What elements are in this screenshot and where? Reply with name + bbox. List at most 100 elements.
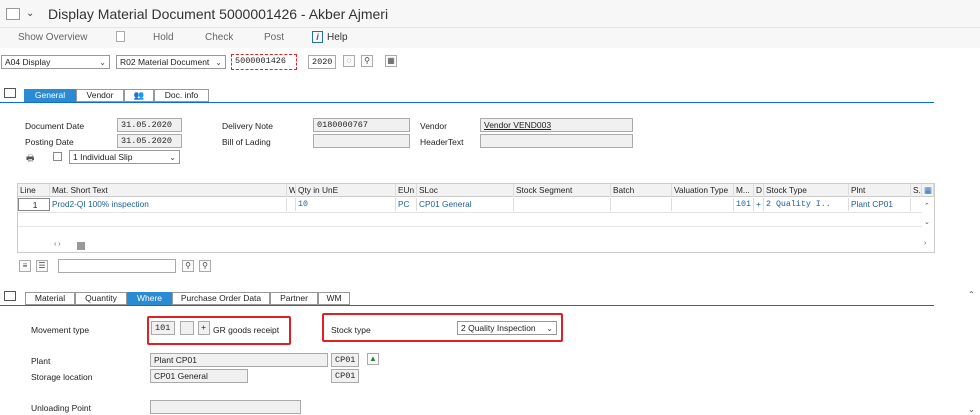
movement-type-field[interactable]: 101 bbox=[151, 321, 175, 335]
show-overview-button[interactable]: Show Overview bbox=[18, 32, 87, 43]
row-valuation-type bbox=[672, 198, 734, 211]
movement-indicator-field[interactable] bbox=[180, 321, 194, 335]
tab-purchase-order-data[interactable]: Purchase Order Data bbox=[172, 292, 270, 305]
bill-of-lading-field[interactable] bbox=[313, 134, 410, 148]
grid-search-field[interactable] bbox=[58, 259, 176, 273]
new-document-icon[interactable] bbox=[116, 31, 125, 42]
unloading-point-label: Unloading Point bbox=[31, 403, 92, 413]
col-w[interactable]: W bbox=[287, 184, 296, 197]
tab-quantity[interactable]: Quantity bbox=[75, 292, 127, 305]
tab-wm[interactable]: WM bbox=[318, 292, 350, 305]
header-text-field[interactable] bbox=[480, 134, 633, 148]
plant-landscape-icon[interactable]: ▲ bbox=[367, 353, 379, 365]
scroll-right-icon[interactable]: › bbox=[924, 240, 926, 247]
row-mat-short-text: Prod2-QI 100% inspection bbox=[50, 198, 287, 211]
list-icon[interactable]: ☰ bbox=[36, 260, 48, 272]
tab-vendor[interactable]: Vendor bbox=[76, 89, 124, 102]
posting-date-field[interactable]: 31.05.2020 bbox=[117, 134, 182, 148]
people-icon: 👥 bbox=[133, 90, 145, 100]
row-qty: 10 bbox=[296, 198, 396, 211]
reference-select-value: R02 Material Document bbox=[120, 57, 210, 67]
help-button[interactable]: Help bbox=[327, 32, 348, 43]
plant-code-field[interactable]: CP01 bbox=[331, 353, 359, 367]
tab-doc-info[interactable]: Doc. info bbox=[154, 89, 209, 102]
post-button[interactable]: Post bbox=[264, 32, 284, 43]
storage-location-code-field[interactable]: CP01 bbox=[331, 369, 359, 383]
delivery-note-field[interactable]: 0180000767 bbox=[313, 118, 410, 132]
col-line[interactable]: Line bbox=[18, 184, 50, 197]
col-debit[interactable]: D bbox=[754, 184, 764, 197]
collapse-detail-icon[interactable] bbox=[4, 291, 16, 301]
hold-button[interactable]: Hold bbox=[153, 32, 174, 43]
scroll-down-icon[interactable]: ⌄ bbox=[924, 218, 930, 226]
col-stock-segment[interactable]: Stock Segment bbox=[514, 184, 611, 197]
item-tab-divider bbox=[0, 305, 934, 306]
row-stock-type: 2 Quality I.. bbox=[764, 198, 849, 211]
header-tab-strip: General Vendor 👥 Doc. info bbox=[24, 89, 214, 102]
binoculars-icon[interactable]: ⚲ bbox=[182, 260, 194, 272]
find-icon[interactable]: ⚲ bbox=[361, 55, 373, 67]
action-select[interactable]: A04 Display ⌄ bbox=[1, 55, 110, 69]
col-stock-type[interactable]: Stock Type bbox=[764, 184, 849, 197]
row-line[interactable]: 1 bbox=[18, 198, 50, 211]
scroll-up-icon[interactable]: ⌃ bbox=[924, 202, 930, 210]
table-row[interactable]: 1 Prod2-QI 100% inspection 10 PC CP01 Ge… bbox=[18, 198, 934, 211]
col-qty[interactable]: Qty in UnE bbox=[296, 184, 396, 197]
slip-select[interactable]: 1 Individual Slip ⌄ bbox=[69, 150, 180, 164]
tab-partner[interactable]: Partner bbox=[270, 292, 318, 305]
document-date-label: Document Date bbox=[25, 121, 85, 131]
col-plant[interactable]: Plnt bbox=[849, 184, 911, 197]
tab-partners[interactable]: 👥 bbox=[124, 89, 154, 102]
collapse-header-icon[interactable] bbox=[4, 88, 16, 98]
unloading-point-field[interactable] bbox=[150, 400, 301, 414]
plant-label: Plant bbox=[31, 356, 51, 366]
tab-where[interactable]: Where bbox=[127, 292, 172, 305]
col-sloc[interactable]: SLoc bbox=[417, 184, 514, 197]
row-batch bbox=[611, 198, 672, 211]
posting-date-label: Posting Date bbox=[25, 137, 74, 147]
menu-icon[interactable] bbox=[6, 8, 20, 20]
window-title: Display Material Document 5000001426 - A… bbox=[48, 6, 389, 22]
vendor-field[interactable]: Vendor VEND003 bbox=[480, 118, 633, 132]
row-plant: Plant CP01 bbox=[849, 198, 911, 211]
stock-type-select[interactable]: 2 Quality Inspection ⌄ bbox=[457, 321, 557, 335]
find-next-icon[interactable]: ⚲ bbox=[199, 260, 211, 272]
column-settings-icon[interactable]: ▦ bbox=[922, 184, 934, 197]
scroll-left-icon[interactable]: ‹ › bbox=[54, 241, 61, 248]
col-eun[interactable]: EUn bbox=[396, 184, 417, 197]
check-button[interactable]: Check bbox=[205, 32, 233, 43]
info-icon[interactable]: i bbox=[312, 31, 323, 43]
table-icon[interactable]: ▦ bbox=[385, 55, 397, 67]
item-tab-strip: Material Quantity Where Purchase Order D… bbox=[25, 292, 355, 305]
printer-icon[interactable]: 🖶 bbox=[26, 151, 35, 167]
scroll-down-icon[interactable]: ⌄ bbox=[968, 405, 975, 414]
empty-grid-row bbox=[18, 212, 922, 226]
header-text-label: HeaderText bbox=[420, 137, 464, 147]
print-checkbox[interactable] bbox=[53, 152, 62, 161]
horizontal-scrollbar[interactable] bbox=[77, 242, 85, 250]
chevron-down-icon: ⌄ bbox=[546, 324, 553, 333]
document-year-field[interactable]: 2020 bbox=[308, 55, 336, 69]
row-w-checkbox[interactable] bbox=[287, 198, 296, 211]
tab-general[interactable]: General bbox=[24, 89, 76, 102]
col-s[interactable]: S. bbox=[911, 184, 922, 197]
plant-field[interactable]: Plant CP01 bbox=[150, 353, 328, 367]
document-date-field[interactable]: 31.05.2020 bbox=[117, 118, 182, 132]
execute-icon[interactable]: ◌ bbox=[343, 55, 355, 67]
chevron-down-icon: ⌄ bbox=[169, 153, 176, 162]
tab-material[interactable]: Material bbox=[25, 292, 75, 305]
document-number-field[interactable]: 5000001426 bbox=[231, 54, 297, 70]
expand-chevron-icon[interactable]: ⌄ bbox=[26, 8, 34, 19]
col-batch[interactable]: Batch bbox=[611, 184, 672, 197]
slip-select-value: 1 Individual Slip bbox=[73, 152, 133, 162]
vendor-label: Vendor bbox=[420, 121, 447, 131]
align-icon[interactable]: ≡ bbox=[19, 260, 31, 272]
col-mat-short-text[interactable]: Mat. Short Text bbox=[50, 184, 287, 197]
reference-select[interactable]: R02 Material Document ⌄ bbox=[116, 55, 226, 69]
col-valuation-type[interactable]: Valuation Type bbox=[672, 184, 734, 197]
scroll-up-icon[interactable]: ⌃ bbox=[968, 290, 975, 299]
movement-sign-field[interactable]: + bbox=[198, 321, 210, 335]
row-debit: + bbox=[754, 198, 764, 211]
col-movement[interactable]: M... bbox=[734, 184, 754, 197]
storage-location-field[interactable]: CP01 General bbox=[150, 369, 248, 383]
